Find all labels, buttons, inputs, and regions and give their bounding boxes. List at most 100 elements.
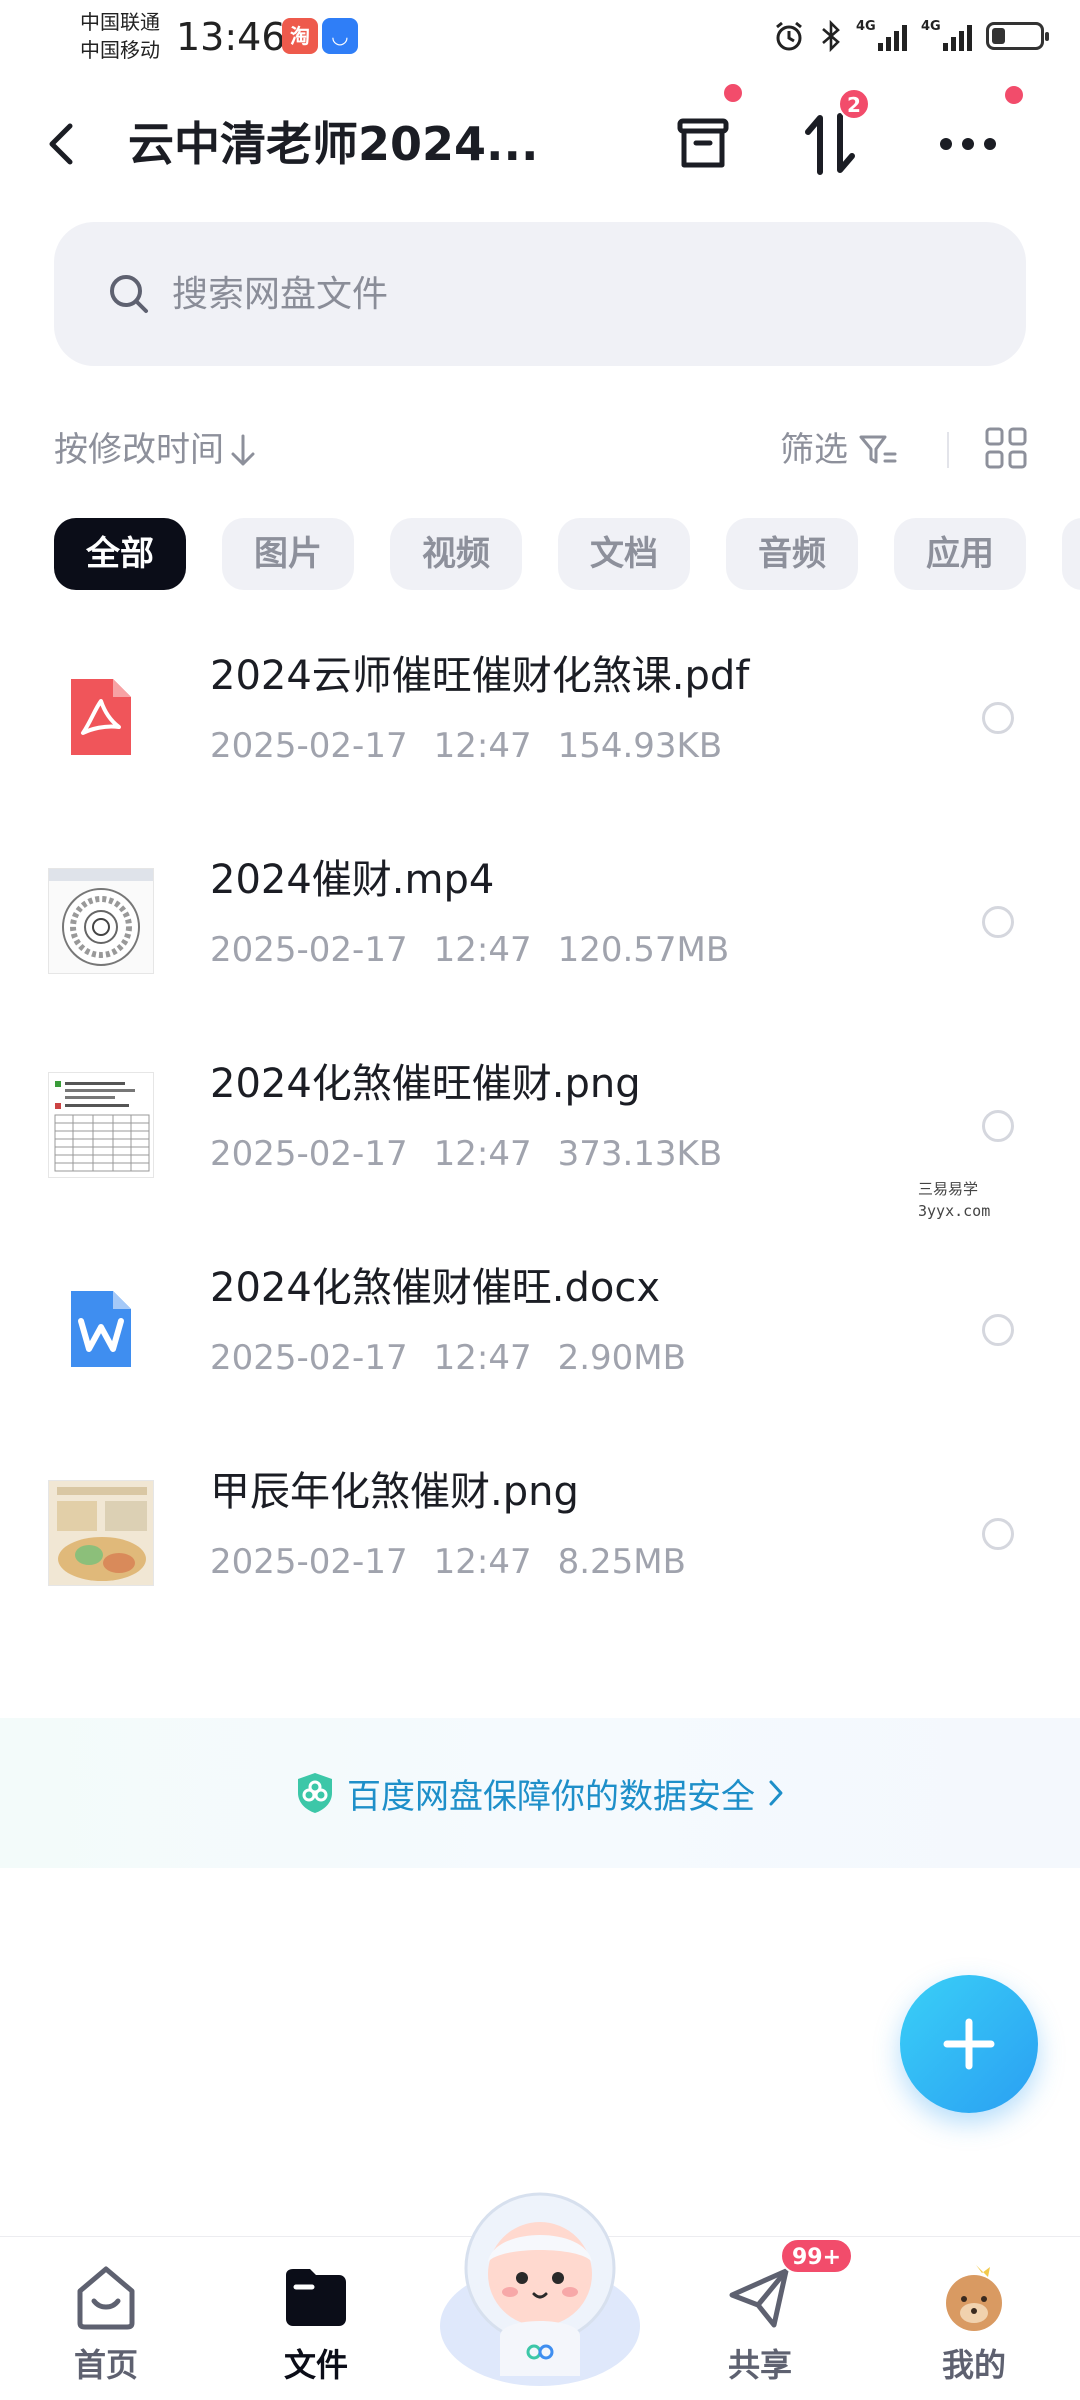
file-name: 2024化煞催旺催财.png: [210, 1061, 641, 1107]
file-meta: 2025-02-17 12:47 8.25MB: [210, 1538, 686, 1586]
nav-home-label: 首页: [73, 2346, 138, 2384]
sort-button[interactable]: 按修改时间: [54, 422, 256, 478]
safety-banner-text: 百度网盘保障你的数据安全: [347, 1776, 755, 1817]
signal-icon: 4G: [921, 19, 972, 51]
folder-icon: [286, 2269, 346, 2326]
more-notification-dot: [1003, 84, 1025, 106]
filter-button[interactable]: 筛选: [780, 422, 898, 478]
file-name: 2024催财.mp4: [210, 857, 495, 903]
status-bar: 中国联通 中国移动 13:46 淘 ◡ 4G 4G: [0, 0, 1080, 76]
word-file-icon: [48, 1276, 154, 1382]
tab-all[interactable]: 全部: [54, 518, 186, 590]
add-button[interactable]: [900, 1975, 1038, 2113]
recycle-notification-dot: [722, 82, 744, 104]
back-button[interactable]: [46, 112, 94, 176]
carrier-2: 中国移动: [80, 38, 160, 62]
file-name: 2024云师催旺催财化煞课.pdf: [210, 653, 750, 699]
file-row[interactable]: 2024云师催旺催财化煞课.pdf 2025-02-17 12:47 154.93K…: [0, 612, 1080, 816]
file-meta: 2025-02-17 12:47 2.90MB: [210, 1334, 686, 1382]
video-thumbnail: [48, 868, 154, 974]
nav-mine-label: 我的: [941, 2346, 1006, 2384]
signal-icon: 4G: [856, 19, 907, 51]
grid-view-icon: [985, 427, 1027, 469]
tab-apps[interactable]: 应用: [894, 518, 1026, 590]
status-time: 13:46: [176, 15, 286, 59]
mascot-icon: [440, 2192, 640, 2386]
taobao-app-icon: 淘: [282, 18, 318, 54]
nav-share-label: 共享: [727, 2346, 792, 2384]
select-radio[interactable]: [982, 702, 1014, 734]
select-radio[interactable]: [982, 1110, 1014, 1142]
watermark-line-2: 3yyx.com: [918, 1202, 991, 1220]
file-time: 12:47: [433, 930, 532, 970]
data-safety-banner[interactable]: 百度网盘保障你的数据安全: [0, 1718, 1080, 1868]
transfer-icon: [805, 113, 855, 175]
category-tabs: 全部 图片 视频 文档 音频 应用: [54, 518, 1080, 590]
search-icon: [110, 275, 148, 313]
plus-icon: [943, 2018, 995, 2070]
nav-files-label: 文件: [283, 2346, 348, 2384]
carrier-names: 中国联通 中国移动: [80, 8, 160, 64]
toolbar-divider: [947, 432, 949, 468]
nav-home[interactable]: 首页: [36, 2257, 176, 2397]
home-icon: [77, 2266, 135, 2330]
image-thumbnail: [48, 1072, 154, 1178]
back-arrow-icon: [49, 123, 73, 165]
file-date: 2025-02-17: [210, 1542, 408, 1582]
file-time: 12:47: [433, 1338, 532, 1378]
nav-share[interactable]: 共享: [690, 2257, 830, 2397]
alarm-icon: [776, 21, 802, 51]
page-title: 云中清老师2024...: [128, 117, 539, 171]
file-meta: 2025-02-17 12:47 120.57MB: [210, 926, 729, 974]
nav-mine[interactable]: 我的: [904, 2257, 1044, 2397]
select-radio[interactable]: [982, 1518, 1014, 1550]
file-name: 甲辰年化煞催财.png: [210, 1469, 579, 1515]
file-size: 8.25MB: [557, 1542, 686, 1582]
file-time: 12:47: [433, 1542, 532, 1582]
file-row[interactable]: 甲辰年化煞催财.png 2025-02-17 12:47 8.25MB: [0, 1428, 1080, 1632]
file-row[interactable]: 2024化煞催财催旺.docx 2025-02-17 12:47 2.90MB: [0, 1224, 1080, 1428]
nav-files[interactable]: 文件: [246, 2257, 386, 2397]
tab-audio[interactable]: 音频: [726, 518, 858, 590]
file-size: 2.90MB: [557, 1338, 686, 1378]
grid-view-button[interactable]: [984, 426, 1028, 470]
file-date: 2025-02-17: [210, 1338, 408, 1378]
file-meta: 2025-02-17 12:47 154.93KB: [210, 722, 722, 770]
tab-more[interactable]: [1062, 518, 1080, 590]
tab-documents[interactable]: 文档: [558, 518, 690, 590]
carrier-1: 中国联通: [80, 10, 160, 34]
select-radio[interactable]: [982, 1314, 1014, 1346]
tab-images[interactable]: 图片: [222, 518, 354, 590]
image-thumbnail: [48, 1480, 154, 1586]
search-input[interactable]: [172, 273, 932, 315]
profile-avatar-icon: [946, 2265, 1002, 2331]
file-time: 12:47: [433, 726, 532, 766]
search-bar[interactable]: [54, 222, 1026, 366]
tab-videos[interactable]: 视频: [390, 518, 522, 590]
status-icons: 4G 4G: [772, 14, 1049, 58]
recycle-bin-icon: [677, 118, 729, 168]
bluetooth-icon: [822, 19, 840, 53]
watermark: 三易易学 3yyx.com: [918, 1178, 990, 1222]
filter-label: 筛选: [780, 430, 848, 470]
file-meta: 2025-02-17 12:47 373.13KB: [210, 1130, 722, 1178]
file-date: 2025-02-17: [210, 1134, 408, 1174]
transfer-count-badge: 2: [838, 88, 870, 120]
share-count-badge: 99+: [780, 2238, 854, 2274]
more-options-button[interactable]: [928, 104, 1008, 184]
file-row[interactable]: 2024催财.mp4 2025-02-17 12:47 120.57MB: [0, 816, 1080, 1020]
filter-icon: [859, 435, 897, 464]
paper-plane-icon: [729, 2268, 789, 2328]
recycle-bin-button[interactable]: [663, 104, 743, 184]
file-date: 2025-02-17: [210, 930, 408, 970]
arrow-down-icon: [231, 434, 255, 466]
chevron-right-icon: [769, 1780, 783, 1806]
sort-label: 按修改时间: [54, 430, 224, 470]
file-time: 12:47: [433, 1134, 532, 1174]
mascot-center-button[interactable]: [430, 2176, 650, 2390]
pdf-file-icon: [48, 664, 154, 770]
file-size: 120.57MB: [557, 930, 730, 970]
watermark-line-1: 三易易学: [918, 1180, 979, 1198]
file-size: 154.93KB: [557, 726, 723, 766]
select-radio[interactable]: [982, 906, 1014, 938]
